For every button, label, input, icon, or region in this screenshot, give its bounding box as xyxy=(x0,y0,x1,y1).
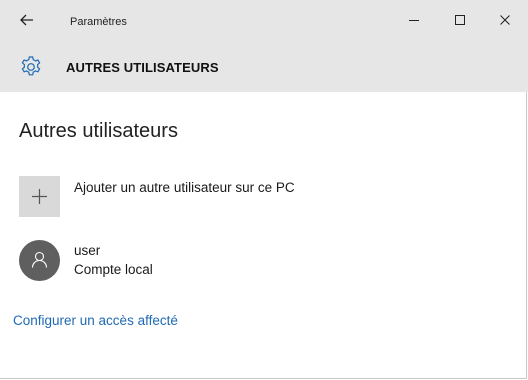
user-list-item[interactable]: user Compte local xyxy=(19,240,319,286)
section-header: AUTRES UTILISATEURS xyxy=(0,44,528,92)
back-arrow-icon xyxy=(20,13,34,31)
add-user-tile xyxy=(19,176,60,217)
plus-icon xyxy=(19,189,60,221)
assigned-access-link[interactable]: Configurer un accès affecté xyxy=(13,313,178,328)
section-title: AUTRES UTILISATEURS xyxy=(66,60,219,75)
user-account-type: Compte local xyxy=(74,262,153,277)
user-icon xyxy=(19,251,60,285)
page-title: Autres utilisateurs xyxy=(19,120,178,142)
maximize-button[interactable] xyxy=(443,8,477,36)
avatar xyxy=(19,240,60,281)
gear-icon xyxy=(19,55,43,79)
minimize-button[interactable] xyxy=(397,8,431,36)
settings-window: Paramètres AUTRES UTILISATEURS Autres ut… xyxy=(0,0,528,379)
add-user-label: Ajouter un autre utilisateur sur ce PC xyxy=(74,180,295,195)
close-button[interactable] xyxy=(488,8,522,36)
minimize-icon xyxy=(408,13,420,31)
user-name: user xyxy=(74,243,101,258)
back-button[interactable] xyxy=(14,10,40,34)
title-bar: Paramètres xyxy=(0,0,528,44)
close-icon xyxy=(499,13,511,31)
window-title: Paramètres xyxy=(70,16,127,28)
add-user-button[interactable]: Ajouter un autre utilisateur sur ce PC xyxy=(19,176,459,220)
maximize-icon xyxy=(454,13,466,31)
